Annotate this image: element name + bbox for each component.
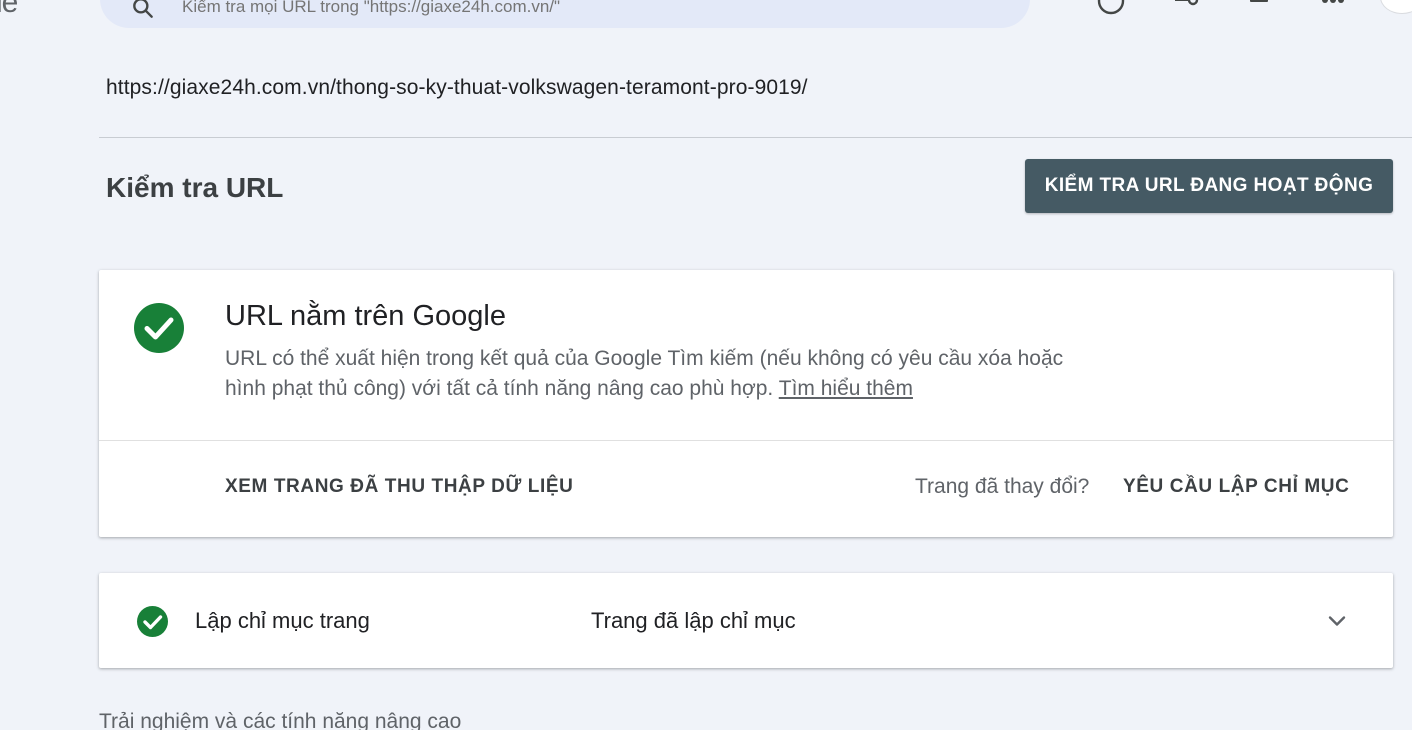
url-inspection-page: le https://giaxe24h.com.vn/thong-so-ky-t…: [0, 0, 1412, 730]
search-icon[interactable]: [130, 0, 156, 21]
page-changed-label: Trang đã thay đổi?: [915, 475, 1090, 498]
page-indexing-row[interactable]: Lập chỉ mục trang Trang đã lập chỉ mục: [99, 573, 1393, 668]
card-actions: XEM TRANG ĐÃ THU THẬP DỮ LIỆU Trang đã t…: [99, 441, 1393, 537]
settings-icon[interactable]: [1170, 0, 1200, 16]
inspected-url: https://giaxe24h.com.vn/thong-so-ky-thua…: [106, 76, 808, 99]
status-description-text: URL có thể xuất hiện trong kết quả của G…: [225, 347, 1064, 400]
chevron-down-icon[interactable]: [1325, 609, 1349, 633]
apps-icon[interactable]: [1318, 0, 1348, 16]
status-description: URL có thể xuất hiện trong kết quả của G…: [225, 344, 1105, 404]
page-title: Kiểm tra URL: [106, 172, 284, 203]
test-live-url-button[interactable]: KIỂM TRA URL ĐANG HOẠT ĐỘNG: [1025, 159, 1393, 213]
indexing-label: Lập chỉ mục trang: [195, 608, 370, 633]
url-status-card: URL nằm trên Google URL có thể xuất hiện…: [99, 270, 1393, 537]
google-logo[interactable]: le: [0, 0, 18, 20]
status-title: URL nằm trên Google: [225, 300, 507, 332]
request-indexing-button[interactable]: YÊU CẦU LẬP CHỈ MỤC: [1123, 476, 1349, 498]
enhancements-heading: Trải nghiệm và các tính năng nâng cao: [99, 710, 462, 730]
indexing-status-value: Trang đã lập chỉ mục: [591, 608, 796, 633]
divider: [99, 137, 1412, 138]
notifications-icon[interactable]: [1244, 0, 1274, 16]
check-circle-icon: [137, 606, 168, 637]
url-search-input[interactable]: [182, 0, 882, 17]
search-bar[interactable]: [100, 0, 1030, 28]
learn-more-link[interactable]: Tìm hiểu thêm: [779, 377, 913, 400]
help-icon[interactable]: [1096, 0, 1126, 16]
header-actions: [1096, 0, 1348, 16]
view-crawled-page-button[interactable]: XEM TRANG ĐÃ THU THẬP DỮ LIỆU: [225, 476, 573, 498]
check-circle-icon: [134, 303, 184, 353]
avatar[interactable]: [1380, 0, 1412, 14]
